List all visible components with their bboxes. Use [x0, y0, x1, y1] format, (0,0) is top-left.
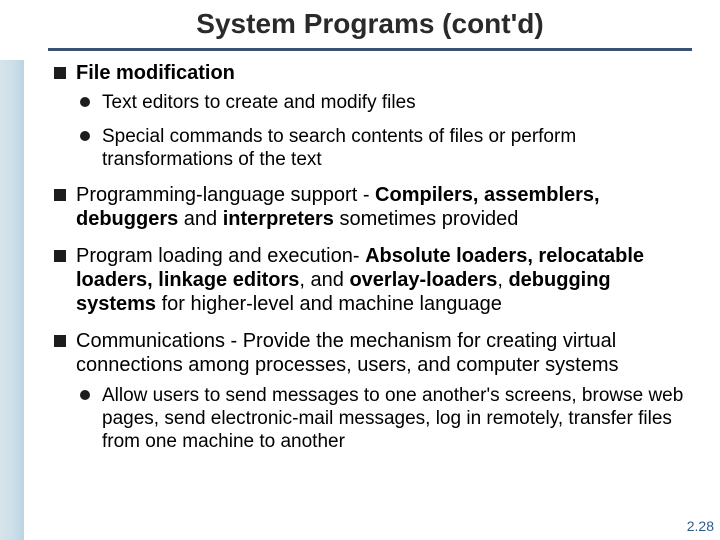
bullet-program-loading: Program loading and execution- Absolute …	[48, 244, 692, 317]
title-rule	[48, 48, 692, 51]
bullet-file-modification: File modification Text editors to create…	[48, 61, 692, 171]
bullet-text: sometimes provided	[334, 208, 519, 230]
sub-list: Text editors to create and modify files …	[76, 91, 692, 171]
sub-bullet: Text editors to create and modify files	[76, 91, 692, 114]
page-number: 2.28	[687, 518, 714, 534]
bullet-lead: File modification	[76, 62, 235, 84]
sub-list: Allow users to send messages to one anot…	[76, 384, 692, 454]
bullet-text: and	[178, 208, 222, 230]
slide-title: System Programs (cont'd)	[196, 8, 543, 44]
bold-term: overlay-loaders	[349, 269, 497, 291]
bullet-list: File modification Text editors to create…	[48, 61, 692, 453]
left-accent-bar	[0, 60, 24, 540]
sub-bullet: Special commands to search contents of f…	[76, 125, 692, 171]
bullet-prog-lang-support: Programming-language support - Compilers…	[48, 183, 692, 232]
bullet-text: ,	[497, 269, 508, 291]
sub-bullet: Allow users to send messages to one anot…	[76, 384, 692, 454]
slide-body: System Programs (cont'd) File modificati…	[24, 0, 720, 540]
bullet-text: Programming-language support -	[76, 184, 375, 206]
bold-term: interpreters	[223, 208, 334, 230]
bullet-communications: Communications - Provide the mechanism f…	[48, 329, 692, 453]
bullet-text: Communications - Provide the mechanism f…	[76, 330, 618, 376]
bullet-text: for higher-level and machine language	[156, 293, 502, 315]
bullet-text: Program loading and execution-	[76, 245, 365, 267]
bullet-text: , and	[299, 269, 349, 291]
